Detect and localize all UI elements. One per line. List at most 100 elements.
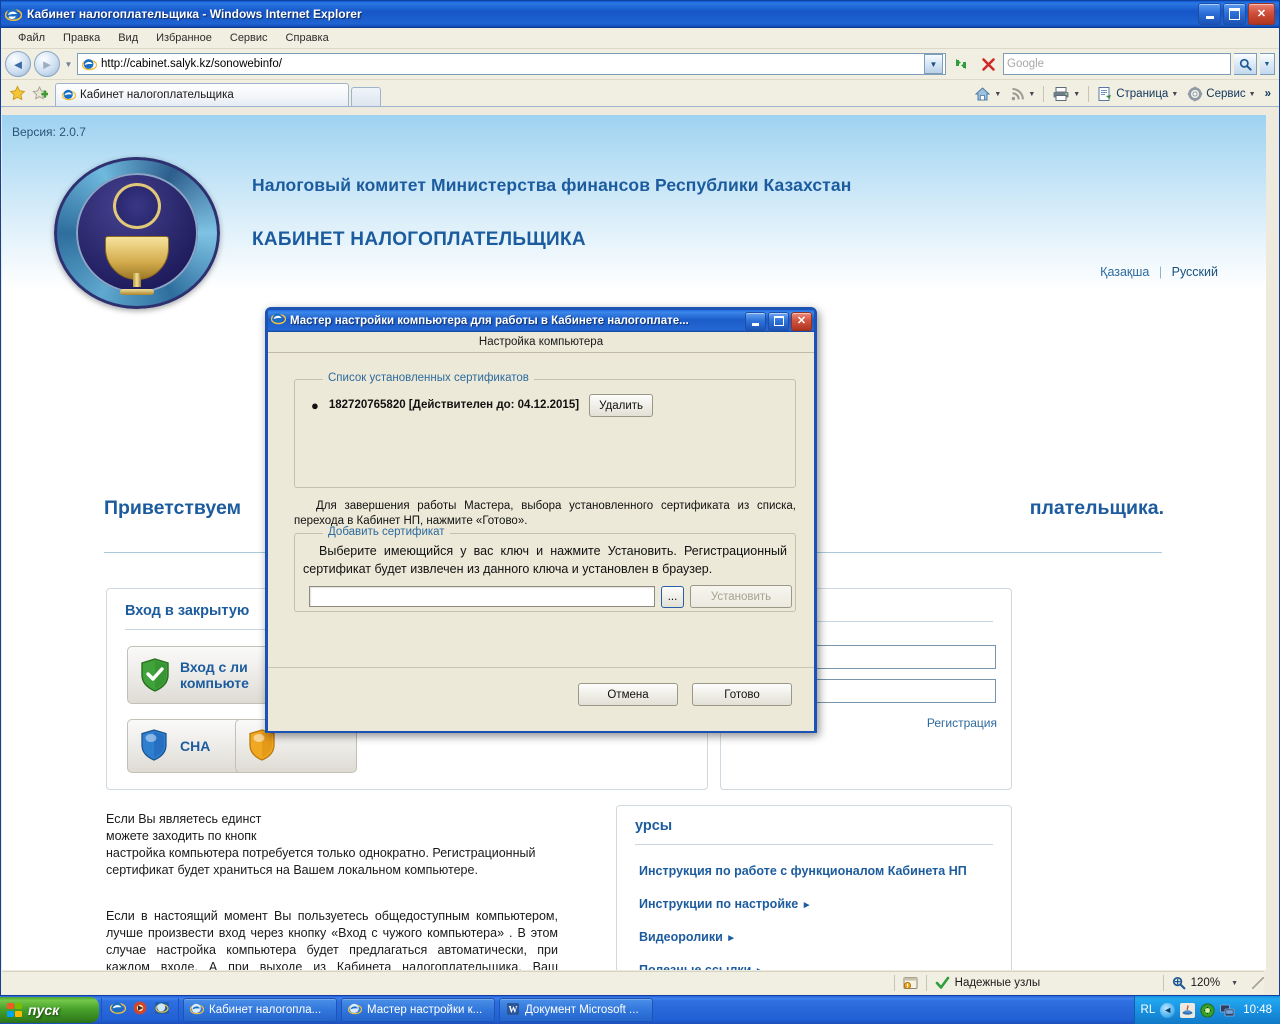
key-path-input[interactable] bbox=[309, 586, 655, 607]
chevron-right-icon-2: ► bbox=[726, 933, 737, 944]
menu-item-edit[interactable]: Правка bbox=[54, 30, 109, 46]
print-button[interactable]: ▼ bbox=[1048, 84, 1084, 104]
taskbar-item-word-icon: W bbox=[506, 1002, 520, 1019]
search-input[interactable]: Google bbox=[1003, 53, 1231, 75]
feeds-button[interactable]: ▼ bbox=[1006, 85, 1039, 104]
chevron-right-icon-3: ► bbox=[755, 966, 765, 970]
start-button[interactable]: пуск bbox=[0, 997, 99, 1023]
tools-menu-button[interactable]: Сервис ▼ bbox=[1183, 84, 1259, 104]
dialog-close-button[interactable]: ✕ bbox=[791, 311, 812, 331]
welcome-heading-right: плательщика. bbox=[1029, 497, 1164, 519]
cancel-button[interactable]: Отмена bbox=[578, 683, 678, 706]
internet-explorer-icon bbox=[4, 6, 23, 23]
dialog-maximize-button[interactable] bbox=[768, 311, 789, 331]
menu-bar: Файл Правка Вид Избранное Сервис Справка bbox=[1, 28, 1279, 49]
language-russian[interactable]: Русский bbox=[1172, 265, 1218, 279]
dialog-window-controls: ✕ bbox=[745, 311, 812, 331]
install-certificate-button[interactable]: Установить bbox=[690, 585, 792, 608]
menu-item-tools[interactable]: Сервис bbox=[221, 30, 277, 46]
java-tray-icon[interactable] bbox=[1180, 1002, 1196, 1018]
menu-item-file[interactable]: Файл bbox=[9, 30, 54, 46]
window-title-text: Кабинет налогоплательщика - Windows Inte… bbox=[27, 7, 362, 21]
recent-pages-dropdown-icon[interactable]: ▼ bbox=[63, 60, 74, 69]
home-button[interactable]: ▼ bbox=[970, 84, 1005, 104]
page-dropdown-icon[interactable]: ▼ bbox=[1171, 91, 1178, 98]
resource-link-videos[interactable]: Видеоролики ► bbox=[639, 930, 967, 944]
menu-item-favorites[interactable]: Избранное bbox=[147, 30, 221, 46]
window-resize-grip[interactable] bbox=[1252, 977, 1264, 989]
login-personal-computer-label: Вход с ли компьюте bbox=[180, 659, 249, 691]
show-hidden-icons-button[interactable]: ◄ bbox=[1160, 1002, 1176, 1018]
browse-key-button[interactable]: ... bbox=[661, 585, 684, 608]
command-bar: ▼ ▼ ▼ Страница ▼ Сервис ▼ » bbox=[970, 84, 1279, 104]
browser-tab[interactable]: Кабинет налогоплательщика bbox=[55, 83, 349, 106]
add-to-favorites-icon[interactable] bbox=[28, 82, 50, 104]
print-dropdown-icon[interactable]: ▼ bbox=[1073, 91, 1080, 98]
login-cha-label: CHA bbox=[180, 737, 211, 754]
menu-item-help[interactable]: Справка bbox=[277, 30, 338, 46]
page-menu-label: Страница bbox=[1116, 88, 1169, 100]
address-dropdown-icon[interactable]: ▼ bbox=[924, 54, 943, 74]
taskbar-item-wizard-icon bbox=[347, 1002, 363, 1019]
favorites-center-icon[interactable] bbox=[6, 82, 28, 104]
protected-mode-cell bbox=[895, 972, 926, 994]
taskbar-item-browser[interactable]: Кабинет налогопла... bbox=[183, 998, 337, 1022]
computer-setup-wizard-dialog: Мастер настройки компьютера для работы в… bbox=[265, 307, 817, 733]
antivirus-tray-icon[interactable] bbox=[1200, 1002, 1215, 1018]
resources-panel: урсы Инструкция по работе с функционалом… bbox=[616, 805, 1012, 970]
windows-logo-icon bbox=[7, 1002, 23, 1018]
command-overflow-button[interactable]: » bbox=[1261, 86, 1275, 102]
resource-link-useful[interactable]: Полезные ссылки ► bbox=[639, 963, 967, 970]
dialog-footer-buttons: Отмена Готово bbox=[578, 683, 792, 706]
refresh-button[interactable] bbox=[949, 52, 973, 76]
network-tray-icon[interactable] bbox=[1220, 1003, 1235, 1018]
info-paragraph-1-line2: можете заходить по кнопк bbox=[106, 829, 257, 843]
zoom-dropdown-icon[interactable]: ▼ bbox=[1231, 980, 1238, 987]
status-bar: Надежные узлы 120% ▼ bbox=[2, 971, 1264, 994]
bullet-icon: ● bbox=[311, 398, 319, 413]
dialog-header-text: Настройка компьютера bbox=[478, 336, 604, 348]
zoom-control[interactable]: 120% ▼ bbox=[1164, 972, 1246, 994]
delete-certificate-button[interactable]: Удалить bbox=[589, 394, 654, 417]
search-icon[interactable] bbox=[1234, 53, 1257, 75]
window-close-button[interactable]: ✕ bbox=[1248, 3, 1275, 25]
resources-panel-title: урсы bbox=[635, 818, 673, 834]
windows-taskbar: пуск Кабинет налогопла... Мастер настрой… bbox=[0, 995, 1280, 1024]
done-button[interactable]: Готово bbox=[692, 683, 792, 706]
feeds-dropdown-icon[interactable]: ▼ bbox=[1028, 91, 1035, 98]
tax-committee-emblem bbox=[54, 157, 220, 309]
command-separator bbox=[1043, 86, 1045, 102]
menu-item-view[interactable]: Вид bbox=[109, 30, 147, 46]
login-cha-button[interactable]: CHA bbox=[127, 719, 249, 773]
stop-button[interactable] bbox=[976, 52, 1000, 76]
quick-launch-media-icon[interactable] bbox=[132, 1000, 148, 1021]
taskbar-item-wizard-label: Мастер настройки к... bbox=[367, 1004, 483, 1016]
page-menu-button[interactable]: Страница ▼ bbox=[1093, 84, 1182, 104]
security-zone-cell[interactable]: Надежные узлы bbox=[927, 972, 1163, 994]
taskbar-item-browser-label: Кабинет налогопла... bbox=[209, 1004, 322, 1016]
quick-launch-ie-icon[interactable] bbox=[109, 1000, 127, 1021]
home-dropdown-icon[interactable]: ▼ bbox=[994, 91, 1001, 98]
language-kazakh[interactable]: Қазақша bbox=[1100, 265, 1149, 279]
keyboard-layout-indicator[interactable]: RL bbox=[1141, 1004, 1156, 1016]
resource-link-manual[interactable]: Инструкция по работе с функционалом Каби… bbox=[639, 864, 967, 878]
dialog-footer-divider bbox=[268, 667, 814, 668]
certificate-label: 182720765820 [Действителен до: 04.12.201… bbox=[328, 399, 580, 411]
system-clock[interactable]: 10:48 bbox=[1243, 1004, 1272, 1016]
resource-link-setup-instructions[interactable]: Инструкции по настройке ► bbox=[639, 897, 967, 911]
zoom-magnifier-icon bbox=[1172, 976, 1186, 990]
tools-dropdown-icon[interactable]: ▼ bbox=[1249, 91, 1256, 98]
registration-link[interactable]: Регистрация bbox=[927, 716, 997, 730]
quick-launch-desktop-icon[interactable] bbox=[154, 1000, 170, 1021]
new-tab-button[interactable] bbox=[351, 87, 381, 106]
window-restore-button[interactable] bbox=[1223, 3, 1246, 25]
window-minimize-button[interactable] bbox=[1198, 3, 1221, 25]
taskbar-item-word-document[interactable]: W Документ Microsoft ... bbox=[499, 998, 653, 1022]
search-provider-dropdown-icon[interactable]: ▼ bbox=[1260, 53, 1275, 75]
address-input[interactable]: http://cabinet.salyk.kz/sonowebinfo/ ▼ bbox=[77, 53, 946, 75]
dialog-minimize-button[interactable] bbox=[745, 311, 766, 331]
back-button[interactable]: ◄ bbox=[5, 51, 31, 77]
window-title-bar: Кабинет налогоплательщика - Windows Inte… bbox=[1, 1, 1279, 28]
forward-button[interactable]: ► bbox=[34, 51, 60, 77]
taskbar-item-wizard[interactable]: Мастер настройки к... bbox=[341, 998, 495, 1022]
